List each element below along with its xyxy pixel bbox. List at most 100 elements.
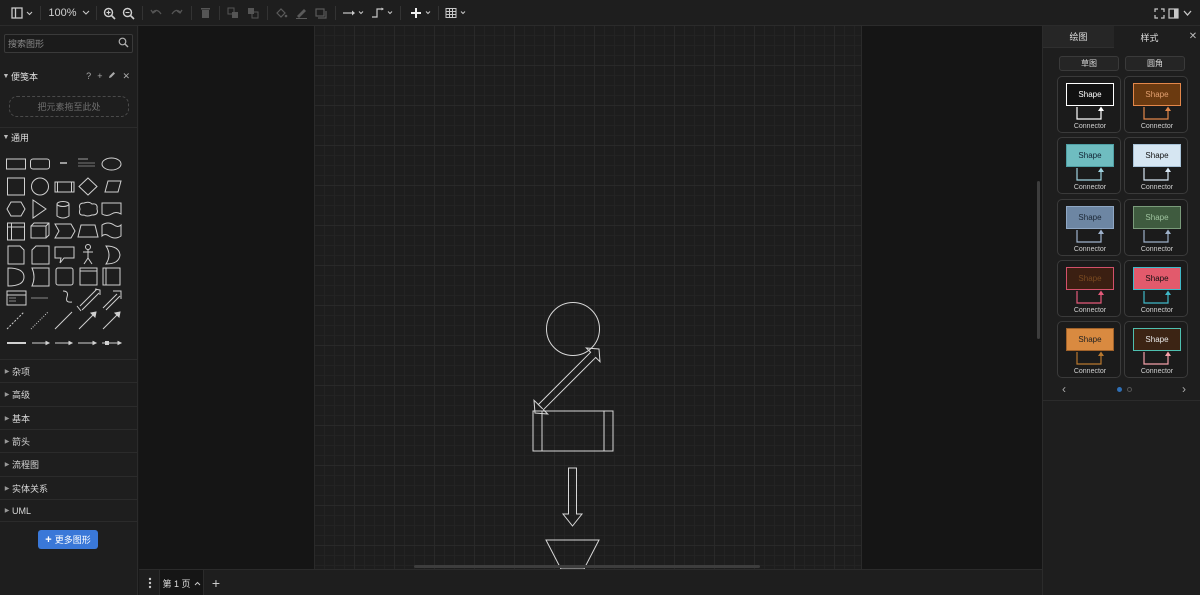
directional-connector-shape[interactable] bbox=[78, 311, 97, 330]
diagram-canvas[interactable] bbox=[139, 26, 1042, 569]
close-icon[interactable]: ✕ bbox=[1187, 29, 1199, 43]
section-flowchart[interactable]: ▶ 流程图 bbox=[0, 452, 138, 475]
collapse-icon[interactable] bbox=[1180, 0, 1194, 26]
line-color-icon[interactable] bbox=[293, 0, 309, 26]
circle-node[interactable] bbox=[546, 302, 600, 356]
style-card[interactable]: Shape Connector bbox=[1124, 76, 1188, 133]
delete-icon[interactable] bbox=[197, 0, 213, 26]
bidirectional-arrow-shape[interactable] bbox=[76, 288, 101, 312]
section-misc[interactable]: ▶ 杂项 bbox=[0, 359, 138, 382]
section-uml[interactable]: ▶ UML bbox=[0, 499, 138, 522]
style-card[interactable]: Shape Connector bbox=[1057, 259, 1121, 317]
rounded-rectangle-shape[interactable] bbox=[30, 158, 50, 170]
style-card[interactable]: Shape Connector bbox=[1124, 198, 1188, 256]
help-button[interactable]: ? bbox=[86, 71, 91, 82]
style-card[interactable]: Shape Connector bbox=[1057, 321, 1121, 379]
vertical-scrollbar[interactable] bbox=[1037, 181, 1040, 339]
delay-shape[interactable] bbox=[7, 267, 25, 287]
zoom-dropdown[interactable]: 100% bbox=[48, 0, 90, 26]
style-card[interactable]: Shape Connector bbox=[1124, 137, 1188, 195]
view-icon[interactable] bbox=[10, 0, 34, 26]
add-page-button[interactable]: + bbox=[209, 575, 223, 591]
labeled-connector-3-shape[interactable] bbox=[78, 340, 98, 346]
dotted-line-shape[interactable] bbox=[30, 311, 49, 330]
text-shape[interactable] bbox=[60, 162, 67, 164]
sketch-button[interactable]: 草图 bbox=[1059, 56, 1119, 71]
tab-diagram[interactable]: 绘图 bbox=[1043, 26, 1114, 48]
bidirectional-arrow[interactable] bbox=[533, 347, 601, 415]
rectangle-shape[interactable] bbox=[6, 158, 26, 170]
style-card[interactable]: Shape Connector bbox=[1057, 76, 1121, 133]
undo-icon[interactable] bbox=[148, 0, 164, 26]
edit-icon[interactable] bbox=[108, 71, 116, 82]
close-icon[interactable]: ✕ bbox=[122, 71, 130, 82]
page-dot-active[interactable] bbox=[1117, 387, 1122, 392]
fill-color-icon[interactable] bbox=[273, 0, 289, 26]
section-basic[interactable]: ▶ 基本 bbox=[0, 406, 138, 429]
tab-style[interactable]: 样式 bbox=[1114, 26, 1185, 48]
zoom-out-icon[interactable] bbox=[120, 0, 136, 26]
step-shape[interactable] bbox=[54, 223, 76, 239]
textbox-shape[interactable] bbox=[78, 158, 95, 167]
cylinder-shape[interactable] bbox=[56, 201, 70, 219]
search-input[interactable] bbox=[8, 37, 116, 51]
labeled-connector-shape[interactable] bbox=[32, 340, 51, 346]
line-shape[interactable] bbox=[54, 311, 73, 330]
down-arrow[interactable] bbox=[561, 467, 584, 527]
style-card[interactable]: Shape Connector bbox=[1057, 198, 1121, 256]
triangle-shape[interactable] bbox=[32, 199, 47, 219]
page-dot[interactable] bbox=[1127, 387, 1132, 392]
insert-icon[interactable] bbox=[408, 0, 432, 26]
or-shape[interactable] bbox=[105, 245, 121, 265]
rounded-button[interactable]: 圆角 bbox=[1125, 56, 1185, 71]
search-icon[interactable] bbox=[118, 37, 129, 51]
diamond-shape[interactable] bbox=[78, 177, 98, 196]
list-shape[interactable] bbox=[6, 290, 27, 306]
to-back-icon[interactable] bbox=[245, 0, 261, 26]
chevron-up-icon[interactable] bbox=[194, 581, 201, 586]
square-shape[interactable] bbox=[7, 177, 25, 196]
document-shape[interactable] bbox=[101, 202, 122, 216]
table-icon[interactable] bbox=[444, 0, 468, 26]
chevron-left-icon[interactable]: ‹ bbox=[1057, 381, 1071, 397]
cloud-shape[interactable] bbox=[79, 201, 98, 217]
process-node[interactable] bbox=[532, 410, 614, 452]
connection-icon[interactable] bbox=[341, 0, 365, 26]
style-card[interactable]: Shape Connector bbox=[1124, 321, 1188, 379]
dashed-line-shape[interactable] bbox=[6, 311, 25, 330]
zoom-in-icon[interactable] bbox=[101, 0, 117, 26]
ellipse-shape[interactable] bbox=[101, 157, 122, 171]
horizontal-scrollbar[interactable] bbox=[414, 565, 760, 568]
parallelogram-shape[interactable] bbox=[104, 180, 122, 193]
tape-shape[interactable] bbox=[101, 222, 122, 239]
connector-shape[interactable] bbox=[102, 311, 121, 330]
fullscreen-icon[interactable] bbox=[1152, 0, 1166, 26]
page-tab[interactable]: 第 1 页 bbox=[159, 570, 204, 595]
actor-shape[interactable] bbox=[83, 244, 93, 265]
callout-shape[interactable] bbox=[54, 246, 75, 264]
style-card[interactable]: Shape Connector bbox=[1057, 137, 1121, 195]
page-grid[interactable] bbox=[314, 26, 862, 569]
cube-shape[interactable] bbox=[30, 222, 50, 239]
hexagon-shape[interactable] bbox=[6, 201, 26, 217]
process-shape[interactable] bbox=[54, 181, 75, 193]
curve-shape[interactable] bbox=[62, 290, 73, 303]
note-shape[interactable] bbox=[7, 245, 25, 265]
more-vertical-icon[interactable] bbox=[145, 575, 155, 591]
scratchpad-dropzone[interactable]: 把元素拖至此处 bbox=[9, 96, 129, 117]
circle-shape[interactable] bbox=[31, 177, 49, 196]
container-shape[interactable] bbox=[102, 267, 121, 286]
section-entity-relation[interactable]: ▶ 实体关系 bbox=[0, 476, 138, 499]
chevron-right-icon[interactable]: › bbox=[1177, 381, 1191, 397]
more-shapes-button[interactable]: + 更多图形 bbox=[38, 530, 98, 549]
data-storage-shape[interactable] bbox=[31, 267, 50, 287]
section-arrows[interactable]: ▶ 箭头 bbox=[0, 429, 138, 452]
trapezoid-shape[interactable] bbox=[77, 224, 99, 238]
redo-icon[interactable] bbox=[169, 0, 185, 26]
arrow-shape[interactable] bbox=[102, 290, 122, 311]
style-card[interactable]: Shape Connector bbox=[1124, 259, 1188, 317]
rounded-square-shape[interactable] bbox=[55, 267, 74, 286]
waypoints-icon[interactable] bbox=[370, 0, 394, 26]
general-header[interactable]: ▼ 通用 bbox=[0, 127, 138, 147]
double-connector-shape[interactable] bbox=[102, 340, 123, 346]
